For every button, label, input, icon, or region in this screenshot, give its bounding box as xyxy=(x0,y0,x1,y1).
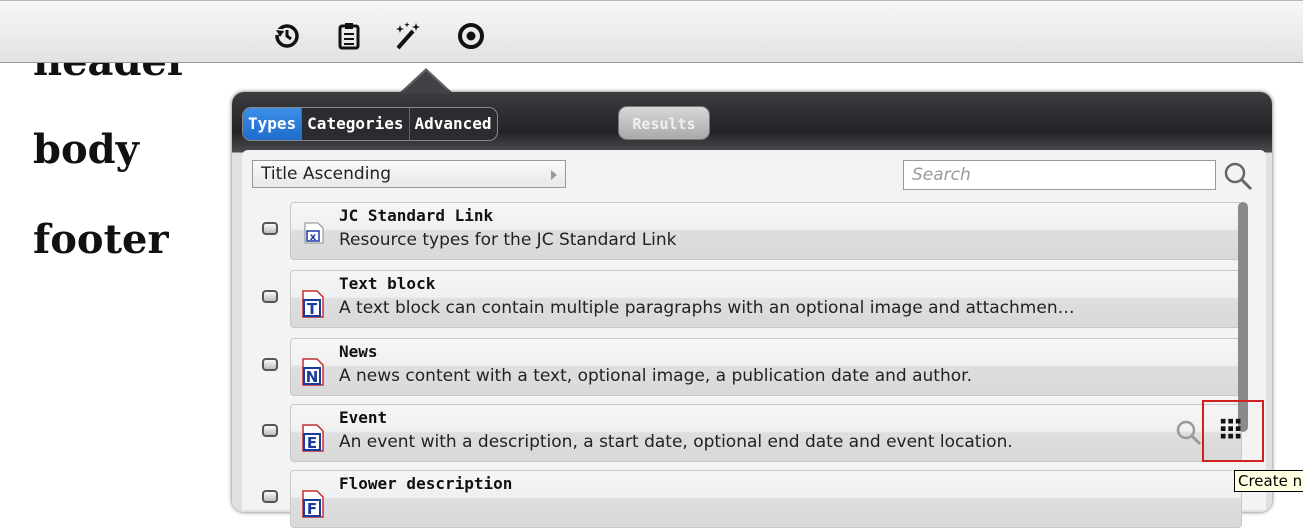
list-item-description: A news content with a text, optional ima… xyxy=(339,366,972,386)
list-item[interactable]: x JC Standard Link Resource types for th… xyxy=(252,198,1252,260)
list-item-card[interactable]: N News A news content with a text, optio… xyxy=(290,338,1242,396)
search-placeholder: Search xyxy=(912,165,971,185)
grid-icon xyxy=(1220,418,1241,439)
row-checkbox[interactable] xyxy=(262,358,278,371)
sort-select-value: Title Ascending xyxy=(261,164,391,184)
tab-types[interactable]: Types xyxy=(243,108,303,140)
list-scrollbar[interactable] xyxy=(1238,202,1248,432)
svg-text:x: x xyxy=(310,232,317,243)
create-new-button[interactable] xyxy=(1202,400,1264,462)
popup-tabs: Types Categories Advanced xyxy=(242,107,498,141)
list-item[interactable]: E Event An event with a description, a s… xyxy=(252,400,1252,462)
list-item-description: A text block can contain multiple paragr… xyxy=(339,298,1075,318)
text-block-icon: T xyxy=(301,289,327,319)
tab-advanced[interactable]: Advanced xyxy=(410,108,497,140)
search-input[interactable]: Search xyxy=(903,160,1216,190)
magic-wand-icon[interactable] xyxy=(392,21,422,51)
list-item-title: Flower description xyxy=(339,474,513,493)
list-item-card[interactable]: F Flower description xyxy=(290,470,1242,528)
tab-categories[interactable]: Categories xyxy=(302,108,410,140)
list-item-card[interactable]: T Text block A text block can contain mu… xyxy=(290,270,1242,328)
list-item-title: JC Standard Link xyxy=(339,206,494,225)
list-item[interactable]: F Flower description xyxy=(252,466,1252,528)
popup-pointer-inner xyxy=(401,71,451,94)
list-item-card[interactable]: E Event An event with a description, a s… xyxy=(290,404,1242,462)
page-word-body: body xyxy=(33,126,139,173)
top-toolbar xyxy=(0,0,1303,63)
chevron-right-icon xyxy=(551,170,557,180)
search-icon[interactable] xyxy=(1222,160,1254,192)
list-item-title: News xyxy=(339,342,378,361)
list-item-title: Text block xyxy=(339,274,436,293)
row-checkbox[interactable] xyxy=(262,424,278,437)
event-icon: E xyxy=(301,423,327,453)
content-type-list: x JC Standard Link Resource types for th… xyxy=(252,198,1252,528)
sort-select[interactable]: Title Ascending xyxy=(252,160,566,188)
list-item[interactable]: T Text block A text block can contain mu… xyxy=(252,266,1252,328)
row-checkbox[interactable] xyxy=(262,222,278,235)
target-icon[interactable] xyxy=(456,21,486,51)
row-checkbox[interactable] xyxy=(262,490,278,503)
svg-text:F: F xyxy=(307,500,317,518)
history-icon[interactable] xyxy=(272,21,302,51)
results-button[interactable]: Results xyxy=(618,106,710,140)
clipboard-icon[interactable] xyxy=(334,21,364,51)
svg-text:T: T xyxy=(307,300,318,318)
list-item-description: Resource types for the JC Standard Link xyxy=(339,230,677,250)
svg-text:E: E xyxy=(307,434,317,452)
link-icon: x xyxy=(301,221,327,251)
news-icon: N xyxy=(301,357,327,387)
create-tooltip: Create n xyxy=(1234,470,1303,492)
list-item-description: An event with a description, a start dat… xyxy=(339,432,1013,452)
page-word-footer: footer xyxy=(33,216,169,263)
list-item[interactable]: N News A news content with a text, optio… xyxy=(252,334,1252,396)
list-item-title: Event xyxy=(339,408,388,427)
preview-search-icon[interactable] xyxy=(1174,418,1202,446)
row-checkbox[interactable] xyxy=(262,290,278,303)
list-item-card[interactable]: x JC Standard Link Resource types for th… xyxy=(290,202,1242,260)
flower-icon: F xyxy=(301,489,327,519)
svg-text:N: N xyxy=(306,368,319,386)
